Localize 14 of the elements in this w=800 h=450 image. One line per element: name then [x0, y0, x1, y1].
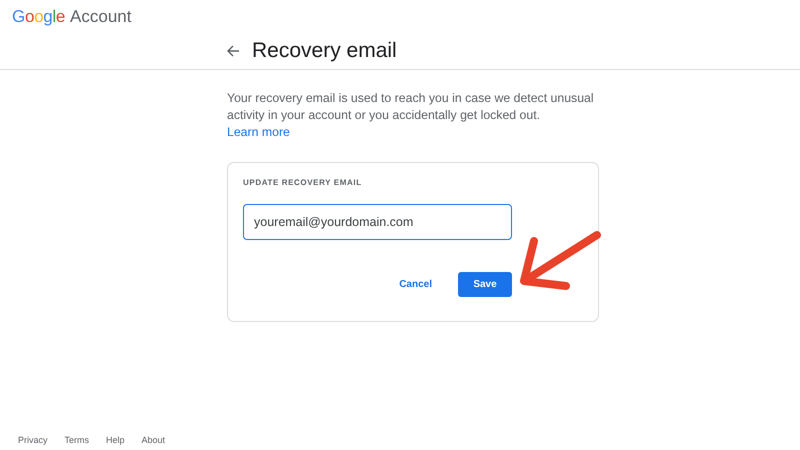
- footer-link[interactable]: Help: [106, 435, 125, 449]
- footer-link[interactable]: Privacy: [18, 435, 48, 449]
- description: Your recovery email is used to reach you in case we detect unusual activity in your account or you accidentally get locked out. Learn more: [227, 90, 595, 141]
- save-button[interactable]: Save: [458, 272, 512, 297]
- page-title: Recovery email: [252, 39, 397, 63]
- email-input-field[interactable]: youremail@yourdomain.com: [243, 204, 512, 240]
- footer-link[interactable]: About: [142, 435, 166, 449]
- logo: Google: [12, 7, 66, 27]
- footer-link[interactable]: Terms: [64, 435, 90, 449]
- product-name: Account: [70, 7, 132, 27]
- section-label: UPDATE RECOVERY EMAIL: [243, 178, 363, 187]
- back-icon[interactable]: [226, 44, 240, 58]
- learn-more-link[interactable]: Learn more: [227, 125, 290, 139]
- cancel-button[interactable]: Cancel: [391, 272, 440, 297]
